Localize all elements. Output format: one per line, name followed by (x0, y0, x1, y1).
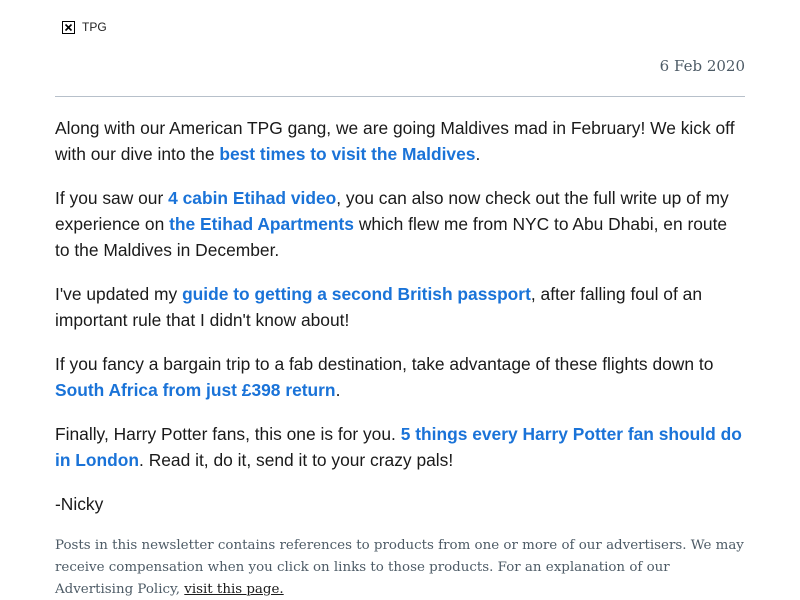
link-best-times-maldives[interactable]: best times to visit the Maldives (219, 144, 475, 164)
broken-image-icon (62, 21, 75, 34)
link-advertising-policy[interactable]: visit this page. (184, 582, 283, 597)
paragraph-harry-potter: Finally, Harry Potter fans, this one is … (55, 424, 742, 470)
paragraph-passport: I've updated my guide to getting a secon… (55, 284, 702, 330)
signoff: -Nicky (55, 494, 104, 514)
newsletter-body: Along with our American TPG gang, we are… (55, 115, 745, 535)
link-british-passport-guide[interactable]: guide to getting a second British passpo… (182, 284, 531, 304)
link-etihad-apartments[interactable]: the Etihad Apartments (169, 214, 354, 234)
header-divider (55, 96, 745, 97)
link-south-africa-flights[interactable]: South Africa from just £398 return (55, 380, 336, 400)
link-etihad-video[interactable]: 4 cabin Etihad video (168, 188, 336, 208)
paragraph-maldives: Along with our American TPG gang, we are… (55, 118, 735, 164)
advertiser-disclaimer: Posts in this newsletter contains refere… (55, 538, 744, 597)
logo-alt-text: TPG (82, 20, 107, 34)
paragraph-south-africa: If you fancy a bargain trip to a fab des… (55, 354, 714, 400)
logo[interactable]: TPG (62, 21, 107, 34)
paragraph-etihad: If you saw our 4 cabin Etihad video, you… (55, 188, 729, 260)
newsletter-date: 6 Feb 2020 (659, 57, 745, 75)
